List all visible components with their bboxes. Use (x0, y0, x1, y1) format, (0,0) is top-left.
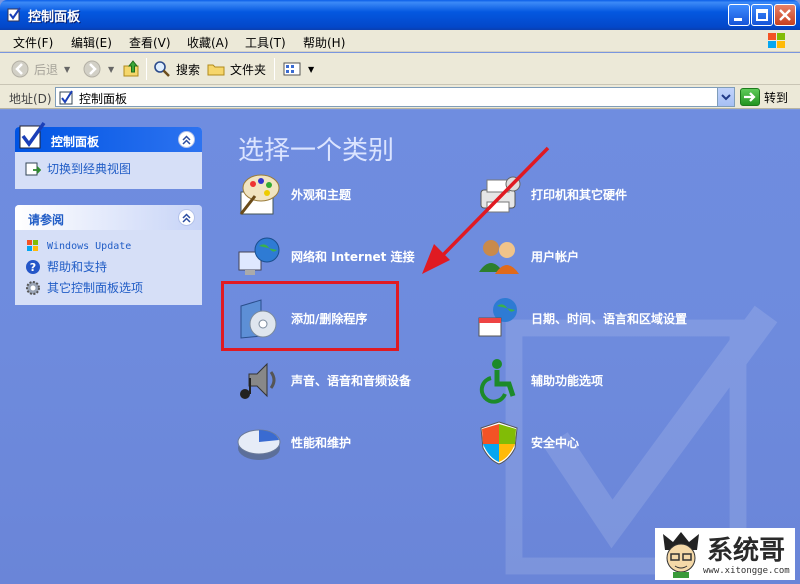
help-support-label: 帮助和支持 (47, 260, 108, 274)
windows-update-link[interactable]: Windows Update (25, 238, 192, 254)
folders-label: 文件夹 (230, 62, 267, 77)
address-bar: 地址(D) 控制面板 转到 (0, 85, 800, 109)
other-options-link[interactable]: 其它控制面板选项 (25, 279, 192, 296)
category-performance-maintenance[interactable]: 性能和维护 (235, 418, 351, 466)
address-dropdown-button[interactable] (717, 88, 734, 106)
address-label: 地址(D) (9, 92, 52, 106)
go-arrow-icon (740, 88, 760, 106)
windows-update-icon (27, 240, 38, 251)
switch-classic-view-link[interactable]: 切换到经典视图 (25, 160, 192, 177)
performance-chart-icon (237, 429, 281, 460)
see-also-title: 请参阅 (28, 213, 65, 227)
window-title: 控制面板 (28, 10, 81, 25)
category-accessibility[interactable]: 辅助功能选项 (475, 356, 603, 404)
see-also-pane: 请参阅 Windows Update ? 帮助和支持 其它控制面板选项 (15, 205, 202, 305)
category-date-time-language[interactable]: 日期、时间、语言和区域设置 (475, 294, 687, 342)
help-icon: ? (26, 259, 40, 274)
category-network-internet-label: 网络和 Internet 连接 (291, 249, 415, 264)
category-sounds-audio-label: 声音、语音和音频设备 (291, 373, 412, 388)
search-button[interactable]: 搜索 (152, 59, 200, 79)
accessibility-icon (479, 359, 516, 404)
control-panel-icon (7, 7, 21, 22)
views-dropdown-icon[interactable]: ▼ (308, 65, 314, 74)
menu-file[interactable]: 文件(F) (13, 34, 53, 51)
menu-edit[interactable]: 编辑(E) (71, 34, 112, 51)
chevron-up-icon (182, 135, 191, 145)
chevron-down-icon (721, 94, 731, 101)
windows-update-label: Windows Update (47, 240, 132, 252)
palette-icon (239, 174, 280, 215)
close-button[interactable] (774, 4, 796, 26)
task-pane-title: 控制面板 (51, 135, 100, 149)
highlight-box (221, 281, 399, 351)
menu-bar: 文件(F) 编辑(E) 查看(V) 收藏(A) 工具(T) 帮助(H) (0, 30, 800, 52)
up-folder-button[interactable] (122, 59, 142, 79)
address-input[interactable]: 控制面板 (55, 87, 735, 107)
svg-text:?: ? (30, 261, 36, 274)
main-content: 控制面板 切换到经典视图 请参阅 Windows Update ? 帮助和支持 … (0, 110, 800, 584)
forward-arrow-icon (83, 60, 101, 78)
minimize-button[interactable] (728, 4, 750, 26)
category-performance-maintenance-label: 性能和维护 (291, 435, 352, 450)
cartoon-face-icon (663, 532, 699, 578)
menu-favorites[interactable]: 收藏(A) (187, 34, 229, 51)
back-button[interactable]: 后退 ▼ (10, 59, 70, 79)
help-support-link[interactable]: ? 帮助和支持 (25, 258, 192, 275)
toolbar: 后退 ▼ ▼ 搜索 文件夹 ▼ (0, 53, 800, 85)
go-label: 转到 (764, 90, 789, 105)
up-folder-icon (123, 60, 139, 77)
gear-icon (26, 280, 40, 295)
forward-button[interactable]: ▼ (82, 59, 114, 79)
watermark-brand: 系统哥 (707, 536, 786, 566)
title-bar[interactable]: 控制面板 (0, 0, 800, 30)
category-security-center-label: 安全中心 (531, 435, 580, 450)
task-pane-header: 控制面板 (15, 121, 202, 152)
switch-classic-view-label: 切换到经典视图 (47, 162, 132, 176)
network-globe-icon (238, 237, 280, 275)
category-appearance-themes[interactable]: 外观和主题 (235, 170, 351, 218)
category-network-internet[interactable]: 网络和 Internet 连接 (235, 232, 415, 280)
views-icon (283, 62, 301, 76)
search-label: 搜索 (176, 62, 201, 77)
views-button[interactable]: ▼ (282, 59, 314, 79)
calendar-globe-icon (478, 298, 517, 337)
collapse-button[interactable] (178, 209, 195, 226)
control-panel-icon (59, 90, 73, 105)
switch-view-icon (25, 162, 41, 175)
forward-dropdown-icon[interactable]: ▼ (108, 65, 114, 74)
back-arrow-icon (11, 60, 29, 78)
category-sounds-audio[interactable]: 声音、语音和音频设备 (235, 356, 411, 404)
see-also-header: 请参阅 (15, 205, 202, 230)
category-appearance-themes-label: 外观和主题 (291, 187, 352, 202)
shield-icon (480, 421, 518, 465)
menu-help[interactable]: 帮助(H) (303, 34, 345, 51)
folders-button[interactable]: 文件夹 (206, 59, 266, 79)
watermark-url: www.xitongge.com (703, 566, 790, 576)
windows-logo-icon (768, 33, 785, 48)
category-security-center[interactable]: 安全中心 (475, 418, 579, 466)
annotation-arrow (422, 146, 550, 274)
search-icon (154, 61, 170, 77)
category-accessibility-label: 辅助功能选项 (531, 373, 604, 388)
menu-tools[interactable]: 工具(T) (245, 34, 286, 51)
other-options-label: 其它控制面板选项 (47, 281, 144, 295)
menu-view[interactable]: 查看(V) (129, 34, 171, 51)
chevron-up-icon (182, 213, 191, 223)
folder-icon (207, 64, 225, 76)
category-heading: 选择一个类别 (238, 136, 395, 166)
speaker-icon (240, 362, 276, 399)
category-date-time-language-label: 日期、时间、语言和区域设置 (531, 311, 688, 326)
back-dropdown-icon[interactable]: ▼ (64, 65, 70, 74)
maximize-button[interactable] (751, 4, 773, 26)
control-panel-icon (19, 121, 46, 149)
collapse-button[interactable] (178, 131, 195, 148)
address-value: 控制面板 (79, 92, 128, 106)
watermark-logo: 系统哥 www.xitongge.com (655, 528, 795, 580)
go-button[interactable]: 转到 (740, 87, 788, 107)
control-panel-task-pane: 控制面板 切换到经典视图 (15, 121, 202, 189)
back-label: 后退 (34, 62, 59, 77)
